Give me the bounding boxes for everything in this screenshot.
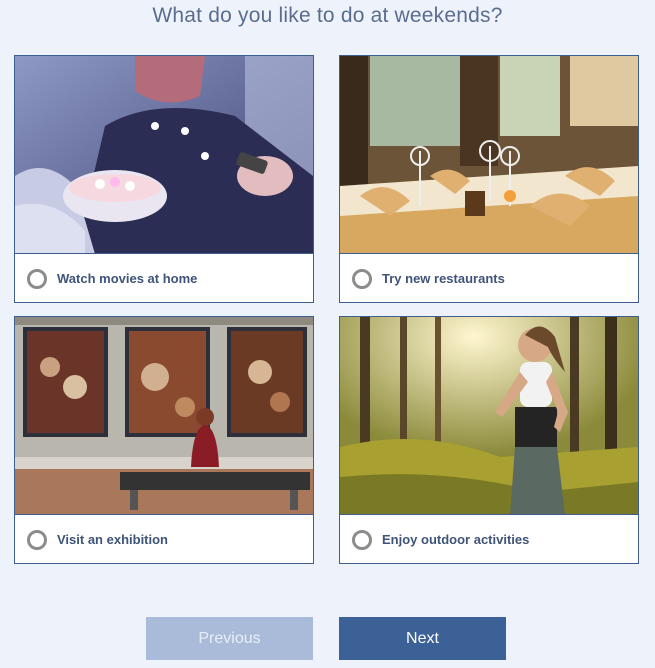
- option-card-exhibition[interactable]: Visit an exhibition: [14, 316, 314, 564]
- radio-button[interactable]: [352, 268, 372, 289]
- option-label: Try new restaurants: [382, 271, 505, 286]
- option-restaurants[interactable]: Try new restaurants: [340, 255, 638, 302]
- question-title: What do you like to do at weekends?: [152, 4, 503, 27]
- option-card-movies[interactable]: Watch movies at home: [14, 55, 314, 303]
- option-label: Enjoy outdoor activities: [382, 532, 530, 547]
- option-label: Visit an exhibition: [57, 532, 169, 547]
- restaurant-photo: [340, 56, 638, 254]
- radio-button[interactable]: [352, 529, 372, 550]
- radio-button[interactable]: [27, 268, 47, 289]
- next-button[interactable]: Next: [339, 617, 506, 660]
- option-movies[interactable]: Watch movies at home: [15, 255, 313, 302]
- gallery-photo: [15, 317, 313, 515]
- option-label: Watch movies at home: [57, 271, 198, 286]
- option-card-restaurants[interactable]: Try new restaurants: [339, 55, 639, 303]
- option-outdoor[interactable]: Enjoy outdoor activities: [340, 516, 638, 563]
- option-exhibition[interactable]: Visit an exhibition: [15, 516, 313, 563]
- movies-photo: [15, 56, 313, 254]
- radio-button[interactable]: [27, 529, 47, 550]
- previous-button[interactable]: Previous: [146, 617, 313, 660]
- option-card-outdoor[interactable]: Enjoy outdoor activities: [339, 316, 639, 564]
- jogging-photo: [340, 317, 638, 515]
